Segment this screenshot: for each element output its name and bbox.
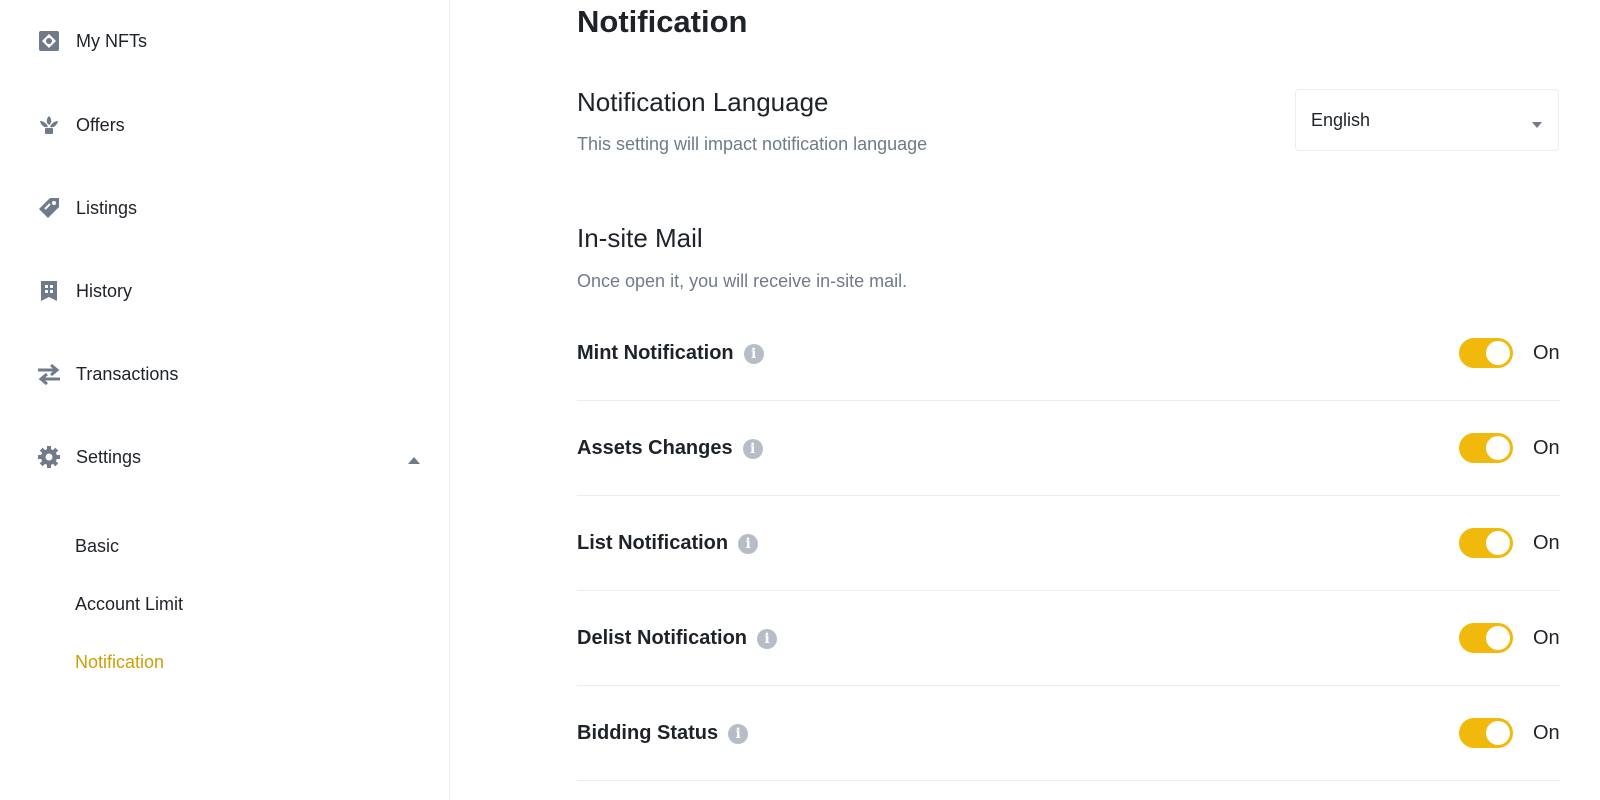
sidebar-item-label: Settings [76, 446, 142, 467]
toggle-knob [1486, 341, 1510, 365]
transfer-icon [36, 361, 62, 387]
toggle-knob [1486, 436, 1510, 460]
toggle-state-text: On [1533, 532, 1560, 554]
mint-notification-toggle[interactable] [1459, 338, 1513, 368]
setting-row-mint-notification: Mint Notification i On [577, 306, 1560, 401]
delist-notification-toggle[interactable] [1459, 623, 1513, 653]
sidebar-item-listings[interactable]: Listings [36, 193, 430, 223]
sidebar-item-label: My NFTs [76, 30, 147, 51]
history-icon [36, 278, 62, 304]
toggle-knob [1486, 626, 1510, 650]
toggle-state-text: On [1533, 342, 1560, 364]
setting-label: List Notification [577, 532, 729, 554]
setting-row-assets-changes: Assets Changes i On [577, 401, 1560, 496]
toggle-state-text: On [1533, 722, 1560, 744]
sidebar-subitem-notification[interactable]: Notification [75, 650, 164, 674]
list-notification-toggle[interactable] [1459, 528, 1513, 558]
setting-label: Assets Changes [577, 437, 733, 459]
sidebar: My NFTs Offers Listings History Transact… [0, 0, 450, 800]
sidebar-item-label: Listings [76, 197, 138, 218]
info-icon[interactable]: i [742, 438, 763, 459]
insite-section-description: Once open it, you will receive in-site m… [577, 271, 908, 291]
toggle-state-text: On [1533, 437, 1560, 459]
nft-icon [36, 28, 62, 54]
language-section-title: Notification Language [577, 87, 829, 117]
setting-row-bidding-status: Bidding Status i On [577, 686, 1560, 781]
sidebar-item-history[interactable]: History [36, 276, 430, 306]
info-icon[interactable]: i [743, 343, 764, 364]
offers-icon [36, 112, 62, 138]
toggle-knob [1486, 721, 1510, 745]
gear-icon [36, 444, 62, 470]
sidebar-item-transactions[interactable]: Transactions [36, 359, 430, 389]
info-icon[interactable]: i [757, 628, 778, 649]
assets-changes-toggle[interactable] [1459, 433, 1513, 463]
setting-row-list-notification: List Notification i On [577, 496, 1560, 591]
info-icon[interactable]: i [738, 533, 759, 554]
insite-section-title: In-site Mail [577, 223, 703, 253]
page-title: Notification [577, 4, 748, 39]
caret-down-icon [1532, 116, 1542, 134]
main-content: Notification Notification Language This … [577, 0, 1560, 800]
sidebar-item-my-nfts[interactable]: My NFTs [36, 26, 430, 56]
chevron-up-icon[interactable] [408, 451, 420, 469]
setting-row-delist-notification: Delist Notification i On [577, 591, 1560, 686]
info-icon[interactable]: i [728, 723, 749, 744]
language-select[interactable]: English [1295, 89, 1559, 151]
sidebar-item-offers[interactable]: Offers [36, 110, 430, 140]
tag-icon [36, 195, 62, 221]
setting-label: Bidding Status [577, 722, 719, 744]
setting-label: Mint Notification [577, 342, 734, 364]
sidebar-subitem-account-limit[interactable]: Account Limit [75, 592, 183, 616]
sidebar-item-label: History [76, 280, 133, 301]
bidding-status-toggle[interactable] [1459, 718, 1513, 748]
setting-label: Delist Notification [577, 627, 748, 649]
sidebar-item-settings[interactable]: Settings [36, 442, 430, 472]
language-select-value: English [1311, 109, 1371, 130]
sidebar-item-label: Transactions [76, 363, 179, 384]
sidebar-item-label: Offers [76, 114, 125, 135]
language-section-description: This setting will impact notification la… [577, 134, 928, 154]
toggle-state-text: On [1533, 627, 1560, 649]
toggle-knob [1486, 531, 1510, 555]
sidebar-subitem-basic[interactable]: Basic [75, 534, 119, 558]
